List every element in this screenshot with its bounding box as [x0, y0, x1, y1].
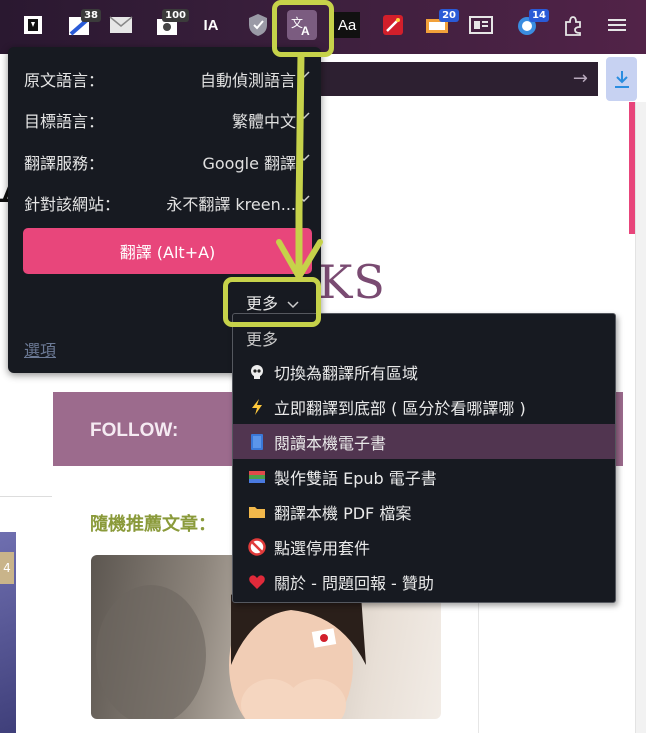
menu-item-translate-local-pdf[interactable]: 翻譯本機 PDF 檔案 [233, 494, 615, 529]
menu-item-label: 製作雙語 Epub 電子書 [274, 468, 437, 488]
go-arrow-icon[interactable]: → [573, 68, 588, 89]
notes-extension-icon[interactable]: 38 [66, 9, 101, 38]
download-button[interactable] [606, 57, 637, 101]
menu-item-label: 點選停用套件 [274, 538, 371, 558]
translation-service-label: 翻譯服務： [24, 154, 105, 173]
menu-item-label: 關於 - 問題回報 - 贊助 [274, 573, 434, 593]
menu-item-label: 立即翻譯到底部 ( 區分於看哪譯哪 ) [274, 398, 526, 418]
divider [0, 496, 52, 497]
clock-extension-icon[interactable]: 14 [514, 9, 549, 38]
download-icon [614, 71, 629, 88]
monitor-badge: 20 [439, 9, 459, 22]
skull-icon [247, 362, 267, 382]
notes-badge: 38 [81, 9, 101, 22]
menu-hamburger-icon[interactable] [604, 12, 630, 38]
mail-icon[interactable] [108, 12, 134, 38]
source-language-row[interactable]: 原文語言： 自動偵測語言 [24, 65, 310, 91]
menu-item-label: 切換為翻譯所有區域 [274, 363, 419, 383]
options-link[interactable]: 選項 [24, 337, 56, 361]
url-bar[interactable]: → [320, 62, 598, 96]
monitor-extension-icon[interactable]: 20 [424, 9, 459, 38]
book-icon [247, 432, 267, 452]
annotation-highlight-translate-icon [272, 0, 334, 57]
no-entry-icon [247, 537, 267, 557]
menu-item-label: 翻譯本機 PDF 檔案 [274, 503, 412, 523]
magic-wand-icon[interactable] [380, 12, 406, 38]
clock-badge: 14 [529, 9, 549, 22]
site-rule-label: 針對該網站： [24, 195, 121, 214]
heart-icon [247, 572, 267, 592]
more-menu: 更多 切換為翻譯所有區域 立即翻譯到底部 ( 區分於看哪譯哪 ) 閱讀本機電子書… [232, 313, 616, 603]
menu-item-read-local-ebook[interactable]: 閱讀本機電子書 [233, 424, 615, 459]
menu-item-label: 閱讀本機電子書 [274, 433, 387, 453]
extensions-puzzle-icon[interactable] [560, 12, 586, 38]
folder-icon [247, 502, 267, 522]
annotation-arrow-icon [276, 52, 323, 280]
screenshot-extension-icon[interactable]: 100 [154, 9, 189, 38]
target-language-row[interactable]: 目標語言： 繁體中文 [24, 106, 310, 132]
menu-item-translate-to-bottom[interactable]: 立即翻譯到底部 ( 區分於看哪譯哪 ) [233, 389, 615, 424]
target-language-label: 目標語言： [24, 112, 105, 131]
shield-check-icon[interactable] [245, 12, 271, 38]
translation-service-row[interactable]: 翻譯服務： Google 翻譯 [24, 148, 310, 174]
follow-label: FOLLOW: [90, 420, 179, 441]
recommend-heading: 隨機推薦文章： [90, 514, 216, 535]
menu-item-about-feedback-donate[interactable]: 關於 - 問題回報 - 贊助 [233, 564, 615, 599]
lightning-icon [247, 397, 267, 417]
menu-item-disable-extension[interactable]: 點選停用套件 [233, 529, 615, 564]
reader-view-icon[interactable] [468, 12, 494, 38]
annotation-highlight-more-button [223, 277, 321, 327]
books-icon [247, 467, 267, 487]
site-rule-row[interactable]: 針對該網站： 永不翻譯 kreen... [24, 189, 310, 215]
bookmark-extension-icon[interactable] [20, 12, 46, 38]
menu-item-translate-all-areas[interactable]: 切換為翻譯所有區域 [233, 354, 615, 389]
translate-button[interactable]: 翻譯 (Alt+A) [23, 228, 312, 274]
ia-extension-icon[interactable]: IA [198, 12, 224, 38]
screenshot-badge: 100 [162, 9, 189, 22]
side-tag: 4 [0, 552, 14, 584]
font-extension-icon[interactable]: Aa [334, 12, 360, 38]
more-menu-header: 更多 [246, 330, 279, 349]
page-scrollbar[interactable] [635, 102, 646, 733]
source-language-label: 原文語言： [24, 71, 105, 90]
menu-item-make-bilingual-epub[interactable]: 製作雙語 Epub 電子書 [233, 459, 615, 494]
